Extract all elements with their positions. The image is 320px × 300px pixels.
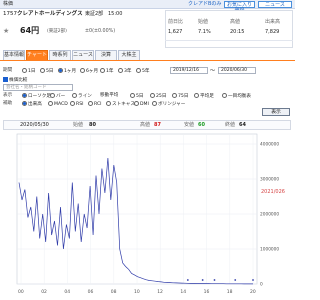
section-title: 株価 bbox=[3, 1, 14, 7]
tab-timeseries[interactable]: 時系列 bbox=[49, 50, 71, 60]
tab-news[interactable]: ニュース bbox=[72, 50, 94, 60]
date-from-field[interactable]: 2019/12/16 bbox=[170, 67, 208, 74]
period-option-5[interactable]: 1年 bbox=[100, 68, 114, 75]
period-option-4[interactable]: 6ヶ月 bbox=[80, 68, 98, 75]
ma-option-4[interactable]: 平均足 bbox=[194, 93, 214, 100]
chart-date: 2020/05/30 bbox=[20, 122, 49, 128]
ma-option-5[interactable]: 一目均衡表 bbox=[222, 93, 251, 100]
login-link[interactable]: クレアドBのみ bbox=[188, 2, 221, 7]
stat-value-1: 1,627 bbox=[168, 29, 183, 35]
y-tick-label: 1000000 bbox=[260, 247, 279, 253]
y-tick-label: 0 bbox=[260, 282, 263, 288]
low-value: 60 bbox=[198, 122, 205, 128]
stat-label-3: 高値 bbox=[230, 19, 241, 25]
tab-underline bbox=[0, 60, 295, 61]
y-annotation: 2021/026 bbox=[261, 189, 285, 195]
stock-time: 15:00 bbox=[108, 11, 123, 17]
tech-option-5[interactable]: ストキャス bbox=[106, 101, 135, 108]
x-tick-label: 02 bbox=[41, 289, 47, 295]
compare-input[interactable]: 会社名・銘柄コード bbox=[3, 84, 73, 91]
period-option-2[interactable]: 5日 bbox=[40, 68, 54, 75]
tab-earnings[interactable]: 決算 bbox=[95, 50, 117, 60]
high-value: 87 bbox=[154, 122, 161, 128]
tech-option-1[interactable]: 出来高 bbox=[22, 101, 42, 108]
tab-shareholders[interactable]: 大株主 bbox=[118, 50, 140, 60]
compare-checkbox[interactable]: 株価比較 bbox=[3, 77, 27, 84]
event-marker bbox=[234, 279, 237, 281]
close-label: 終値 bbox=[225, 122, 236, 128]
event-marker bbox=[201, 279, 204, 281]
x-tick-label: 08 bbox=[111, 289, 117, 295]
chart-type-candle[interactable]: ローソク足 bbox=[22, 93, 51, 100]
favorite-star-icon[interactable]: ★ bbox=[3, 28, 9, 35]
apply-button[interactable]: 表示 bbox=[262, 108, 290, 116]
stock-market: 東証2部 bbox=[85, 11, 104, 17]
x-tick-label: 04 bbox=[64, 289, 70, 295]
stat-label-1: 前日比 bbox=[168, 19, 184, 25]
x-tick-label: 06 bbox=[88, 289, 94, 295]
ma-label: 移動平均 bbox=[100, 93, 119, 98]
x-tick-label: 14 bbox=[180, 289, 186, 295]
tech-label: 補助 bbox=[3, 101, 13, 106]
stat-value-2: 7.1% bbox=[198, 29, 211, 35]
date-to-field[interactable]: 2020/06/30 bbox=[218, 67, 256, 74]
tech-option-2[interactable]: MACD bbox=[48, 101, 68, 108]
x-tick-label: 12 bbox=[157, 289, 163, 295]
stats-divider bbox=[165, 40, 293, 41]
event-marker bbox=[252, 279, 254, 281]
event-marker bbox=[186, 279, 189, 281]
date-range-separator: 〜 bbox=[210, 68, 216, 74]
high-label: 高値 bbox=[140, 122, 151, 128]
stock-code: 1757 bbox=[3, 11, 17, 17]
y-tick-label: 3000000 bbox=[260, 177, 279, 183]
favorite-add-button[interactable]: お気に入り登録 bbox=[224, 1, 255, 14]
stat-label-2: 始値 bbox=[198, 19, 209, 25]
stock-price: 64円 bbox=[20, 26, 40, 35]
tab-basic-info[interactable]: 基本情報 bbox=[3, 50, 25, 60]
tech-option-3[interactable]: RSI bbox=[70, 101, 83, 108]
y-tick-label: 2000000 bbox=[260, 212, 279, 218]
x-tick-label: 18 bbox=[227, 289, 233, 295]
chart-type-bar[interactable]: バー bbox=[50, 93, 65, 100]
x-tick-label: 20 bbox=[250, 289, 256, 295]
chart-type-line[interactable]: ライン bbox=[72, 93, 92, 100]
period-option-6[interactable]: 3年 bbox=[118, 68, 132, 75]
tab-chart[interactable]: チャート bbox=[26, 50, 48, 60]
news-alert-button[interactable]: ニュース bbox=[258, 1, 292, 8]
y-tick-label: 4000000 bbox=[260, 142, 279, 148]
ma-option-1[interactable]: 5日 bbox=[130, 93, 144, 100]
x-tick-label: 00 bbox=[18, 289, 24, 295]
x-tick-label: 10 bbox=[134, 289, 140, 295]
stock-name: クレアトホールディングス bbox=[17, 11, 83, 17]
ticker-tag: (東証2部) bbox=[47, 29, 67, 34]
stock-chart[interactable]: 4000000 3000000 2000000 1000000 0 00 02 04 06 08… bbox=[3, 132, 292, 298]
stat-value-4: 7,829 bbox=[265, 29, 280, 35]
close-value: 64 bbox=[239, 122, 246, 128]
period-label: 期間 bbox=[3, 68, 13, 73]
ma-option-3[interactable]: 75日 bbox=[172, 93, 188, 100]
tech-option-4[interactable]: RCI bbox=[88, 101, 102, 108]
chart-type-label: 表示 bbox=[3, 93, 13, 98]
period-option-7[interactable]: 5年 bbox=[136, 68, 150, 75]
stat-value-3: 20:15 bbox=[230, 29, 245, 35]
stat-label-4: 出来高 bbox=[265, 19, 281, 25]
price-change: ±0(±0.00%) bbox=[85, 29, 116, 34]
tech-option-7[interactable]: ボリンジャー bbox=[152, 101, 185, 108]
open-value: 80 bbox=[89, 122, 96, 128]
low-label: 安値 bbox=[184, 122, 195, 128]
period-option-3[interactable]: 1ヶ月 bbox=[58, 68, 76, 75]
ma-option-2[interactable]: 25日 bbox=[150, 93, 166, 100]
event-marker bbox=[213, 279, 216, 281]
period-option-1[interactable]: 1日 bbox=[22, 68, 36, 75]
x-tick-label: 16 bbox=[204, 289, 210, 295]
open-label: 始値 bbox=[73, 122, 84, 128]
tech-option-6[interactable]: DMI bbox=[134, 101, 149, 108]
